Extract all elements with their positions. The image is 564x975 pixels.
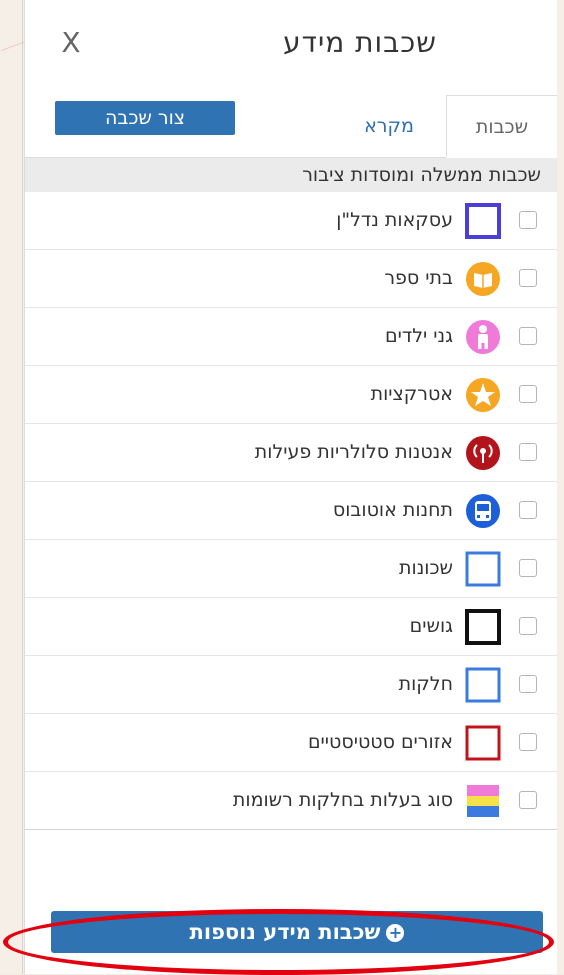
bus-icon [465, 493, 501, 529]
layer-checkbox[interactable] [519, 269, 537, 287]
more-layers-label: שכבות מידע נוספות [189, 920, 381, 944]
tab-layers[interactable]: שכבות [446, 95, 557, 158]
layer-label: אזורים סטטיסטיים [307, 731, 453, 753]
layer-label: שכונות [399, 557, 453, 579]
panel-footer: + שכבות מידע נוספות [25, 890, 557, 974]
layer-row[interactable]: תחנות אוטובוס [25, 482, 557, 540]
striped-square-icon [465, 783, 501, 819]
layer-label: בתי ספר [384, 267, 453, 289]
layer-checkbox[interactable] [519, 617, 537, 635]
plus-circle-icon: + [386, 924, 405, 942]
layer-row[interactable]: גני ילדים [25, 308, 557, 366]
layer-checkbox[interactable] [519, 791, 537, 809]
square-outline-icon [465, 551, 501, 587]
group-header: שכבות ממשלה ומוסדות ציבור [25, 158, 557, 192]
square-outline-icon [465, 667, 501, 703]
star-icon [465, 377, 501, 413]
layer-label: תחנות אוטובוס [332, 499, 453, 521]
layer-checkbox[interactable] [519, 385, 537, 403]
antenna-icon [465, 435, 501, 471]
layer-label: עסקאות נדל"ן [336, 209, 453, 231]
tab-legend[interactable]: מקרא [349, 95, 429, 157]
layer-label: גושים [409, 615, 453, 637]
square-outline-icon [465, 203, 501, 239]
layer-row[interactable]: אזורים סטטיסטיים [25, 714, 557, 772]
square-outline-icon [465, 609, 501, 645]
layer-checkbox[interactable] [519, 211, 537, 229]
layer-checkbox[interactable] [519, 675, 537, 693]
layer-label: אטרקציות [370, 383, 453, 405]
layer-label: חלקות [398, 673, 453, 695]
layer-checkbox[interactable] [519, 443, 537, 461]
layers-panel: שכבות מידע X שכבות מקרא צור שכבה שכבות מ… [24, 0, 557, 974]
child-icon [465, 319, 501, 355]
tab-bar: שכבות מקרא צור שכבה [25, 95, 557, 158]
layer-row[interactable]: אטרקציות [25, 366, 557, 424]
layer-row[interactable]: בתי ספר [25, 250, 557, 308]
layer-list: עסקאות נדל"ן בתי ספר גני ילדים אטרקציות [25, 192, 557, 830]
layer-row[interactable]: עסקאות נדל"ן [25, 192, 557, 250]
layer-label: אנטנות סלולריות פעילות [254, 441, 453, 463]
book-icon [465, 261, 501, 297]
layer-checkbox[interactable] [519, 733, 537, 751]
layer-checkbox[interactable] [519, 327, 537, 345]
square-outline-icon [465, 725, 501, 761]
layer-checkbox[interactable] [519, 501, 537, 519]
layer-label: סוג בעלות בחלקות רשומות [232, 789, 453, 811]
more-layers-button[interactable]: + שכבות מידע נוספות [51, 911, 543, 953]
layer-checkbox[interactable] [519, 559, 537, 577]
close-icon[interactable]: X [58, 28, 84, 58]
layer-row[interactable]: שכונות [25, 540, 557, 598]
layer-row[interactable]: אנטנות סלולריות פעילות [25, 424, 557, 482]
layer-row[interactable]: סוג בעלות בחלקות רשומות [25, 772, 557, 830]
layer-label: גני ילדים [384, 325, 453, 347]
panel-edge [22, 0, 23, 974]
panel-header: שכבות מידע X [25, 0, 557, 95]
panel-title: שכבות מידע [283, 26, 437, 59]
layer-row[interactable]: חלקות [25, 656, 557, 714]
layer-row[interactable]: גושים [25, 598, 557, 656]
create-layer-button[interactable]: צור שכבה [55, 101, 235, 135]
